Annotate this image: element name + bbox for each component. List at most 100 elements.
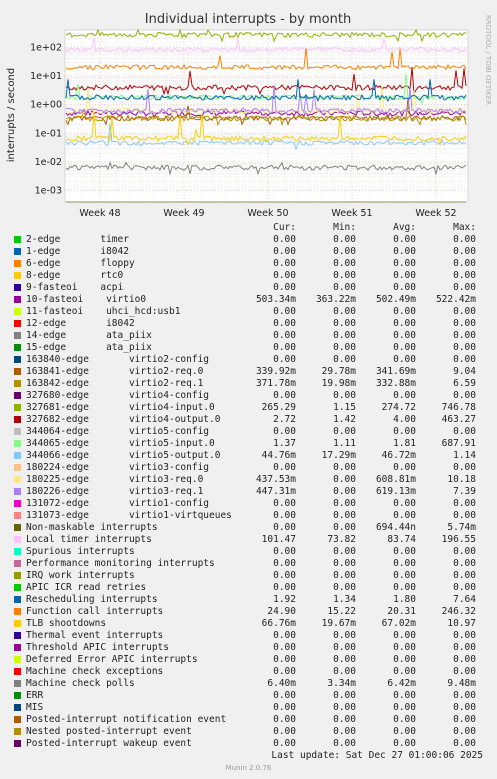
legend-cur-value: 0.00 (273, 690, 296, 701)
legend-max-value: 0.00 (453, 330, 476, 341)
legend-cur-value: 0.00 (273, 258, 296, 269)
legend-series-name: 163841-edge virtio2-req.0 (26, 366, 204, 377)
legend-row: 11-fasteoi uhci_hcd:usb1 0.00 0.00 0.00 0.00 (0, 306, 497, 318)
legend-series-name: TLB shootdowns (26, 618, 107, 629)
legend-series-name: 163840-edge virtio2-config (26, 354, 210, 365)
legend-cur-value: 0.00 (273, 462, 296, 473)
legend-swatch (14, 416, 21, 423)
legend-min-value: 0.00 (333, 270, 356, 281)
legend-row: 9-fasteoi acpi 0.00 0.00 0.00 0.00 (0, 282, 497, 294)
legend-series-name: 344065-edge virtio5-input.0 (26, 438, 215, 449)
legend-series-name: Machine check polls (26, 678, 135, 689)
legend-row: 327682-edge virtio4-output.0 2.72 1.42 4.00… (0, 414, 497, 426)
legend-swatch (14, 452, 21, 459)
legend-avg-value: 83.74 (387, 534, 416, 545)
legend-series-name: 327680-edge virtio4-config (26, 390, 210, 401)
legend-row: 344065-edge virtio5-input.0 1.37 1.11 1.81 6… (0, 438, 497, 450)
legend-swatch (14, 680, 21, 687)
legend-avg-value: 0.00 (393, 282, 416, 293)
legend-series-name: 8-edge rtc0 (26, 270, 124, 281)
legend-row: Local timer interrupts 101.47 73.82 83.74 19… (0, 534, 497, 546)
legend-cur-value: 0.00 (273, 354, 296, 365)
legend-max-value: 0.00 (453, 510, 476, 521)
legend-min-value: 0.00 (333, 342, 356, 353)
col-header-cur: Cur: (273, 222, 296, 233)
legend-cur-value: 371.78m (255, 378, 296, 389)
legend-cur-value: 24.90 (267, 606, 296, 617)
legend-avg-value: 4.00 (393, 414, 416, 425)
legend-cur-value: 0.00 (273, 234, 296, 245)
legend-series-name: 6-edge floppy (26, 258, 135, 269)
legend-min-value: 19.67m (321, 618, 356, 629)
legend-swatch (14, 716, 21, 723)
y-axis-label: interrupts / second (6, 68, 17, 162)
legend-max-value: 0.00 (453, 258, 476, 269)
legend-avg-value: 0.00 (393, 630, 416, 641)
legend-min-value: 17.29m (321, 450, 356, 461)
legend-row: 327681-edge virtio4-input.0 265.29 1.15 274… (0, 402, 497, 414)
legend-avg-value: 46.72m (381, 450, 416, 461)
legend-max-value: 0.00 (453, 342, 476, 353)
legend-cur-value: 0.00 (273, 390, 296, 401)
legend-min-value: 15.22 (327, 606, 356, 617)
legend-swatch (14, 308, 21, 315)
legend-swatch (14, 668, 21, 675)
legend-max-value: 0.00 (453, 702, 476, 713)
legend-min-value: 0.00 (333, 462, 356, 473)
legend-swatch (14, 356, 21, 363)
legend-avg-value: 341.69m (375, 366, 416, 377)
legend-series-name: Deferred Error APIC interrupts (26, 654, 198, 665)
legend-series-name: Posted-interrupt notification event (26, 714, 227, 725)
legend-cur-value: 0.00 (273, 342, 296, 353)
legend-avg-value: 694.44n (375, 522, 416, 533)
legend-min-value: 1.15 (333, 402, 356, 413)
legend-avg-value: 0.00 (393, 642, 416, 653)
legend-series-name: 131073-edge virtio1-virtqueues (26, 510, 232, 521)
legend-cur-value: 0.00 (273, 630, 296, 641)
legend-avg-value: 1.81 (393, 438, 416, 449)
legend-series-name: MIS (26, 702, 44, 713)
legend-swatch (14, 692, 21, 699)
legend-swatch (14, 476, 21, 483)
legend-min-value: 0.00 (333, 570, 356, 581)
legend-min-value: 0.00 (333, 738, 356, 749)
legend-row: 344064-edge virtio5-config 0.00 0.00 0.00 0.… (0, 426, 497, 438)
munin-version: Munin 2.0.76 (225, 764, 272, 772)
legend-max-value: 9.48m (447, 678, 476, 689)
legend-swatch (14, 440, 21, 447)
legend-cur-value: 2.72 (273, 414, 296, 425)
legend-swatch (14, 596, 21, 603)
last-update: Last update: Sat Dec 27 01:00:06 2025 (271, 750, 483, 761)
legend-min-value: 0.00 (333, 690, 356, 701)
legend-swatch (14, 584, 21, 591)
legend-row: 163842-edge virtio2-req.1 371.78m 19.98m 33… (0, 378, 497, 390)
legend-swatch (14, 248, 21, 255)
y-tick-label: 1e-03 (35, 186, 62, 197)
legend-min-value: 1.34 (333, 594, 356, 605)
legend-row: Deferred Error APIC interrupts 0.00 0.00 0.… (0, 654, 497, 666)
legend-avg-value: 0.00 (393, 318, 416, 329)
legend-cur-value: 0.00 (273, 510, 296, 521)
legend-min-value: 0.00 (333, 246, 356, 257)
legend-row: 1-edge i8042 0.00 0.00 0.00 0.00 (0, 246, 497, 258)
x-tick-label: Week 52 (415, 208, 456, 219)
legend-max-value: 6.59 (453, 378, 476, 389)
legend-cur-value: 1.92 (273, 594, 296, 605)
legend-swatch (14, 608, 21, 615)
col-header-min: Min: (333, 222, 356, 233)
legend-cur-value: 339.92m (255, 366, 296, 377)
legend-min-value: 73.82 (327, 534, 356, 545)
legend-min-value: 0.00 (333, 306, 356, 317)
legend-series-name: 10-fasteoi virtio0 (26, 294, 147, 305)
legend-min-value: 363.22m (315, 294, 356, 305)
legend-series-name: 344064-edge virtio5-config (26, 426, 210, 437)
legend-row: 131073-edge virtio1-virtqueues 0.00 0.00 0.… (0, 510, 497, 522)
legend-max-value: 246.32 (441, 606, 476, 617)
legend-row: Threshold APIC interrupts 0.00 0.00 0.00 0.0… (0, 642, 497, 654)
legend-avg-value: 0.00 (393, 342, 416, 353)
legend-cur-value: 447.31m (255, 486, 296, 497)
legend-series-name: 180225-edge virtio3-req.0 (26, 474, 204, 485)
legend-avg-value: 0.00 (393, 330, 416, 341)
legend-cur-value: 0.00 (273, 246, 296, 257)
legend-cur-value: 0.00 (273, 582, 296, 593)
